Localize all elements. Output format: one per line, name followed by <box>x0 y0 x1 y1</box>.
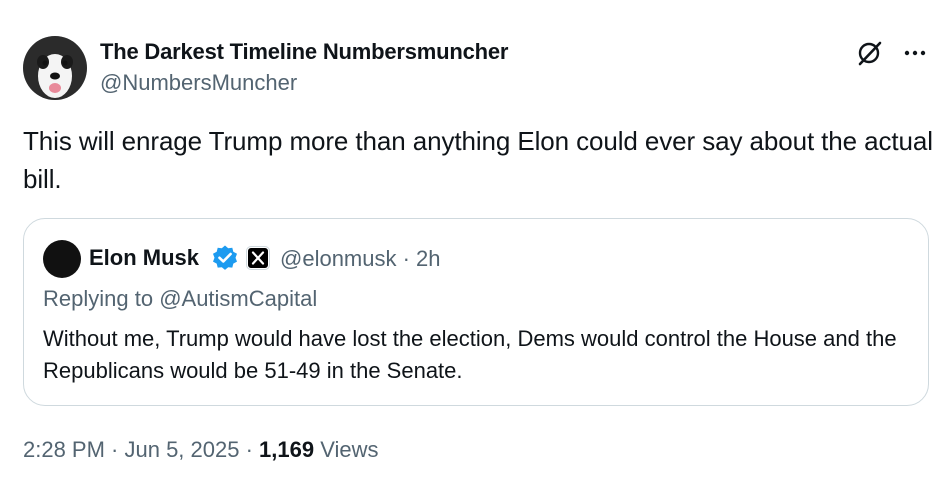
verified-badge-icon <box>213 245 237 270</box>
tweet-meta: 2:28 PM · Jun 5, 2025 · 1,169 Views <box>23 437 379 463</box>
more-icon[interactable] <box>900 38 930 68</box>
x-affiliate-badge <box>247 247 269 269</box>
quoted-handle-time[interactable]: @elonmusk · 2h <box>280 246 441 272</box>
replying-prefix: Replying to <box>43 286 160 311</box>
quoted-author-name[interactable]: Elon Musk <box>89 245 199 271</box>
views-count: 1,169 <box>259 437 315 462</box>
replying-to: Replying to @AutismCapital <box>43 286 317 312</box>
quoted-tweet-text: Without me, Trump would have lost the el… <box>43 326 897 383</box>
x-logo-icon <box>251 251 265 265</box>
author-handle[interactable]: @NumbersMuncher <box>100 70 297 96</box>
author-name[interactable]: The Darkest Timeline Numbersmuncher <box>100 39 508 65</box>
tweet-timestamp[interactable]: 2:28 PM · Jun 5, 2025 · <box>23 437 259 462</box>
grok-icon[interactable] <box>855 38 885 68</box>
author-avatar[interactable] <box>23 36 87 100</box>
views-label: Views <box>314 437 379 462</box>
dog-avatar-image <box>23 36 87 100</box>
quoted-tweet[interactable]: Elon Musk @elonmusk · 2h Replying to @Au… <box>23 218 929 406</box>
replying-to-link[interactable]: @AutismCapital <box>159 286 317 311</box>
tweet-text: This will enrage Trump more than anythin… <box>23 126 933 194</box>
quoted-author-avatar[interactable] <box>43 240 81 278</box>
